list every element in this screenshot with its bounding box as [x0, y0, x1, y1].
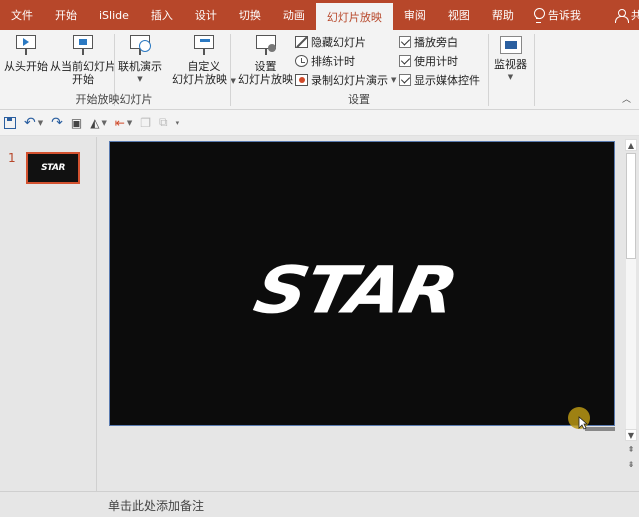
- play-narrations-label: 播放旁白: [414, 36, 458, 49]
- setup-label-2: 幻灯片放映: [238, 73, 293, 86]
- tell-me-button[interactable]: 告诉我: [525, 0, 589, 30]
- tab-home[interactable]: 开始: [44, 0, 88, 30]
- chevron-down-icon: ▼: [391, 76, 397, 84]
- ribbon-separator: [230, 34, 231, 106]
- monitor-button[interactable]: 监视器 ▼: [494, 36, 527, 84]
- setup-slideshow-button[interactable]: 设置 幻灯片放映: [238, 32, 293, 86]
- show-media-controls-label: 显示媒体控件: [414, 74, 480, 87]
- group-icon[interactable]: ❐: [140, 116, 151, 130]
- tab-view[interactable]: 视图: [437, 0, 481, 30]
- checkbox-checked-icon: [399, 55, 411, 67]
- online-present-label: 联机演示: [118, 60, 162, 73]
- tab-review[interactable]: 审阅: [393, 0, 437, 30]
- tell-me-label: 告诉我: [547, 9, 581, 22]
- record-slideshow-button[interactable]: 录制幻灯片演示 ▼: [295, 72, 396, 88]
- chevron-down-icon: ▼: [507, 73, 514, 81]
- collapse-ribbon-icon[interactable]: ︿: [622, 92, 631, 105]
- monitor-label: 监视器: [494, 58, 527, 71]
- horizontal-scrollbar[interactable]: [585, 427, 615, 431]
- from-beginning-button[interactable]: 从头开始: [4, 32, 48, 73]
- align-button[interactable]: ⇤ ▼: [115, 116, 132, 130]
- ribbon-tab-bar: 文件 开始 iSlide 插入 设计 切换 动画 幻灯片放映 审阅 视图 帮助 …: [0, 0, 639, 30]
- clock-icon: [295, 55, 308, 67]
- slide-editor: STAR: [98, 137, 623, 491]
- online-present-icon: [128, 32, 152, 58]
- use-timings-checkbox[interactable]: 使用计时: [399, 53, 458, 69]
- slide-number: 1: [8, 151, 16, 165]
- tab-transitions[interactable]: 切换: [228, 0, 272, 30]
- custom-slideshow-icon: [192, 32, 216, 58]
- preview-icon[interactable]: ▣: [71, 116, 82, 130]
- ungroup-icon[interactable]: ⧉: [159, 115, 168, 130]
- custom-slideshow-label-2: 幻灯片放映 ▼: [172, 73, 236, 86]
- use-timings-label: 使用计时: [414, 55, 458, 68]
- rehearse-label: 排练计时: [311, 55, 355, 68]
- show-media-controls-checkbox[interactable]: 显示媒体控件: [399, 72, 480, 88]
- setup-label-1: 设置: [254, 60, 277, 73]
- from-current-icon: [71, 32, 95, 58]
- hide-slide-icon: [295, 36, 308, 48]
- notes-placeholder[interactable]: 单击此处添加备注: [108, 497, 204, 514]
- record-icon: [295, 74, 308, 86]
- tab-islide[interactable]: iSlide: [88, 0, 140, 30]
- rehearse-timings-button[interactable]: 排练计时: [295, 53, 355, 69]
- mouse-cursor-icon: [578, 416, 588, 430]
- save-icon[interactable]: [4, 116, 16, 129]
- chevron-down-icon: ▼: [137, 75, 143, 83]
- from-beginning-label: 从头开始: [4, 60, 48, 73]
- notes-pane[interactable]: 单击此处添加备注: [0, 491, 639, 517]
- tab-animations[interactable]: 动画: [272, 0, 316, 30]
- monitor-icon: [499, 36, 522, 54]
- monitors-group: 监视器 ▼: [490, 30, 534, 110]
- setup-slideshow-icon: [254, 32, 278, 58]
- from-current-slide-button[interactable]: 从当前幻灯片 开始: [50, 32, 116, 86]
- undo-button[interactable]: ↶ ▼: [24, 115, 43, 131]
- from-current-label-2: 开始: [72, 73, 94, 86]
- ribbon-separator: [534, 34, 535, 106]
- from-beginning-icon: [14, 32, 38, 58]
- scroll-down-icon[interactable]: ▼: [625, 429, 637, 441]
- checkbox-checked-icon: [399, 36, 411, 48]
- setup-group-label: 设置: [348, 93, 370, 106]
- online-present-button[interactable]: 联机演示 ▼: [118, 32, 162, 86]
- shapes-button[interactable]: ◭ ▼: [90, 116, 107, 130]
- ribbon: 从头开始 从当前幻灯片 开始 联机演示 ▼ 自定义 幻灯片放映 ▼ 开始放映幻灯…: [0, 30, 639, 110]
- share-button[interactable]: 共享: [607, 0, 639, 30]
- next-slide-icon[interactable]: ⇟: [625, 459, 637, 471]
- quick-access-toolbar: ↶ ▼ ↷ ▣ ◭ ▼ ⇤ ▼ ❐ ⧉ ▾: [0, 110, 639, 136]
- person-icon: [614, 8, 629, 23]
- hide-slide-button[interactable]: 隐藏幻灯片: [295, 34, 366, 50]
- customize-qat-icon[interactable]: ▾: [176, 119, 180, 127]
- slide-title-text[interactable]: STAR: [248, 252, 463, 328]
- ribbon-separator: [488, 34, 489, 106]
- thumbnail-text: STAR: [41, 163, 65, 173]
- tab-slide-show[interactable]: 幻灯片放映: [315, 3, 393, 30]
- checkbox-checked-icon: [399, 74, 411, 86]
- scroll-thumb[interactable]: [626, 153, 636, 259]
- tab-insert[interactable]: 插入: [140, 0, 184, 30]
- play-narrations-checkbox[interactable]: 播放旁白: [399, 34, 458, 50]
- custom-slideshow-button[interactable]: 自定义 幻灯片放映 ▼: [172, 32, 236, 88]
- lightbulb-icon: [533, 8, 545, 23]
- slide-canvas[interactable]: STAR: [109, 141, 615, 426]
- scroll-up-icon[interactable]: ▲: [625, 139, 637, 151]
- tab-design[interactable]: 设计: [184, 0, 228, 30]
- start-slideshow-group: 从头开始 从当前幻灯片 开始 联机演示 ▼ 自定义 幻灯片放映 ▼ 开始放映幻灯…: [0, 30, 236, 110]
- slide-thumbnail[interactable]: STAR: [26, 152, 80, 184]
- tab-help[interactable]: 帮助: [481, 0, 525, 30]
- vertical-scrollbar[interactable]: ▲ ▼ ⇞ ⇟: [623, 137, 639, 491]
- slide-thumbnail-pane: 1 STAR: [0, 137, 97, 491]
- redo-icon[interactable]: ↷: [51, 115, 63, 131]
- from-current-label-1: 从当前幻灯片: [50, 60, 116, 73]
- share-label: 共享: [630, 9, 639, 22]
- record-label: 录制幻灯片演示: [311, 74, 388, 87]
- previous-slide-icon[interactable]: ⇞: [625, 444, 637, 456]
- tab-file[interactable]: 文件: [0, 0, 44, 30]
- custom-slideshow-label-1: 自定义: [187, 60, 221, 73]
- start-group-label: 开始放映幻灯片: [75, 93, 153, 106]
- hide-slide-label: 隐藏幻灯片: [311, 36, 366, 49]
- setup-group: 设置 幻灯片放映 隐藏幻灯片 排练计时 录制幻灯片演示 ▼ 播放旁白 使用计时 …: [232, 30, 486, 110]
